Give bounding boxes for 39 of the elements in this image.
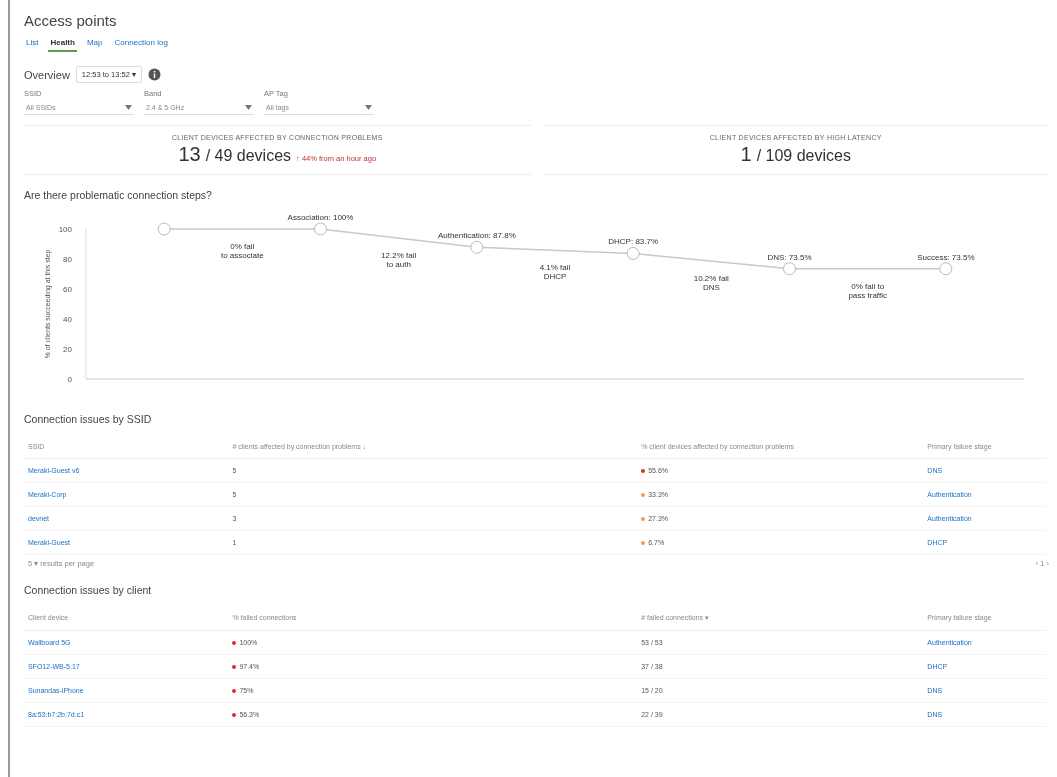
tick-label: 20 [63,345,72,354]
point-label: Association: 100% [287,213,354,222]
data-point [470,240,484,254]
failure-label: 12.2% fail to auth [381,251,417,270]
stat-total: / 49 devices [205,147,292,165]
failure-label: 0% fail to associate [221,242,264,260]
info-icon [147,68,161,81]
tick-label: 0 [67,375,72,384]
tick-label: 60 [63,285,72,294]
tick-label: 40 [63,315,72,324]
tab[interactable]: Health [48,35,77,52]
data-point [157,222,171,236]
caret-icon [245,105,252,110]
caret-icon [365,105,372,110]
page-title: Access points [24,12,118,29]
section-title: Are there problematic connection steps? [24,189,213,201]
point-label: DHCP: 83.7% [608,237,659,247]
stat-total: / 109 devices [756,147,851,165]
failure-label: 4.1% fail DHCP [539,263,571,282]
section-title: Overview [24,68,70,81]
data-point [626,246,640,260]
failure-label: 0% fail to pass traffic [848,281,887,300]
tab[interactable]: List [24,35,41,52]
section-title: Connection issues by SSID [24,413,153,425]
tab[interactable]: Connection log [112,35,170,52]
caret-icon [125,105,132,110]
stat-value: 13 [178,143,201,166]
tick-label: 80 [63,255,72,264]
point-label: Authentication: 87.8% [437,231,516,241]
point-label: DNS: 73.5% [767,252,812,262]
tab[interactable]: Map [84,35,105,52]
data-point [783,262,796,276]
section-title: Connection issues by client [24,584,153,596]
data-point [939,262,953,276]
stat-value: 1 [740,143,752,166]
failure-label: 10.2% fail DNS [693,274,729,293]
tick-label: 100 [58,225,72,234]
data-point [314,222,327,236]
point-label: Success: 73.5% [917,252,975,262]
